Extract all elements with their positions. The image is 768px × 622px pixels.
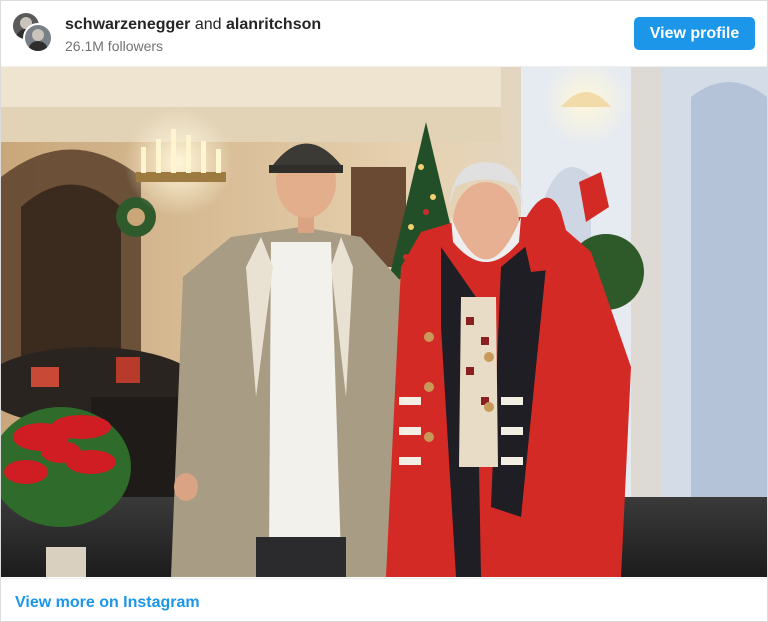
instagram-embed: schwarzenegger and alanritchson 26.1M fo… (0, 0, 768, 622)
authors-connector: and (194, 16, 222, 33)
collab-avatars[interactable] (11, 11, 55, 55)
view-more-link[interactable]: View more on Instagram (15, 594, 200, 612)
author-link-alanritchson[interactable]: alanritchson (226, 16, 321, 33)
author-link-schwarzenegger[interactable]: schwarzenegger (65, 16, 190, 33)
view-profile-button[interactable]: View profile (634, 17, 755, 50)
follower-count: 26.1M followers (65, 38, 164, 54)
avatar[interactable] (23, 23, 53, 53)
post-photo[interactable] (1, 67, 767, 577)
embed-header: schwarzenegger and alanritchson 26.1M fo… (1, 1, 767, 67)
post-authors: schwarzenegger and alanritchson (65, 16, 321, 34)
photo-illustration (1, 67, 767, 577)
embed-footer: View more on Instagram (1, 578, 767, 622)
